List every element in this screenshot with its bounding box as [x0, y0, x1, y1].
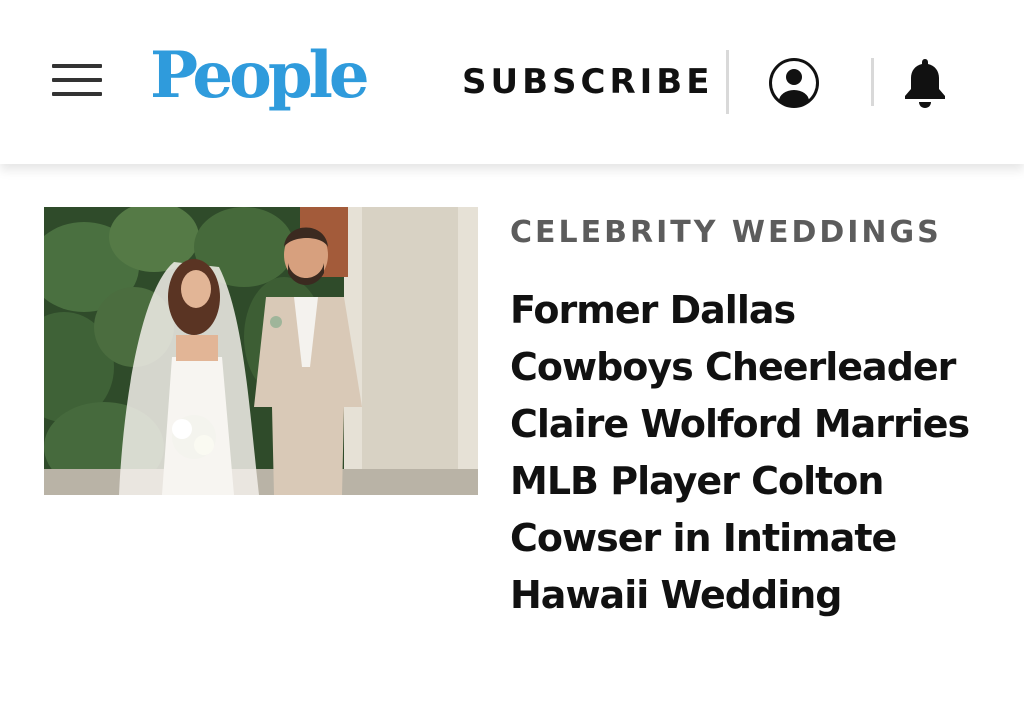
article-thumbnail-image[interactable] [44, 207, 478, 495]
article-headline[interactable]: Former Dallas Cowboys Cheerleader Claire… [510, 282, 980, 624]
site-header: People SUBSCRIBE [0, 0, 1024, 164]
hamburger-menu-icon[interactable] [52, 64, 102, 100]
subscribe-button[interactable]: SUBSCRIBE [462, 60, 713, 104]
bell-icon[interactable] [900, 56, 950, 110]
people-logo[interactable]: People [150, 36, 370, 116]
article-category-link[interactable]: CELEBRITY WEDDINGS [510, 211, 942, 255]
account-icon[interactable] [766, 55, 822, 111]
header-divider [726, 50, 729, 114]
header-divider [871, 58, 874, 106]
